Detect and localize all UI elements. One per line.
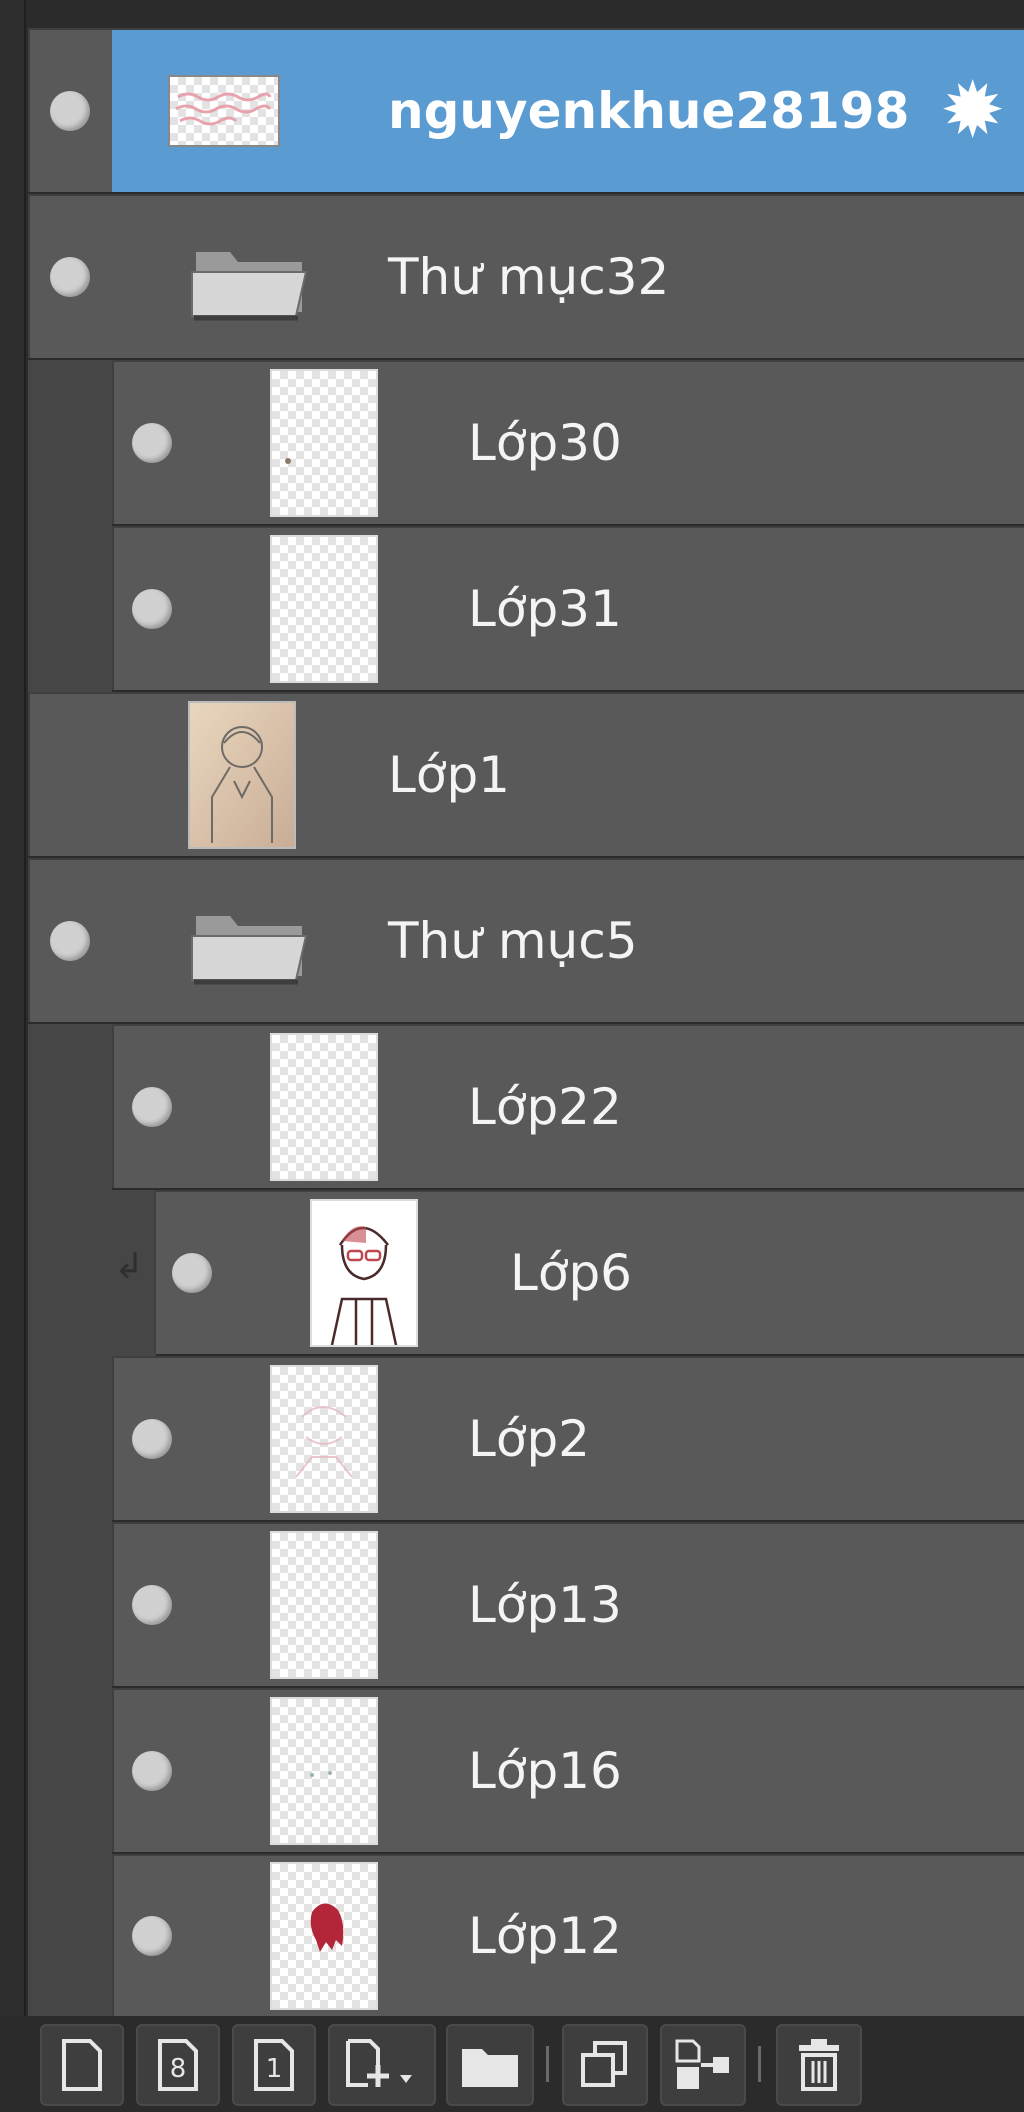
gear-icon[interactable]: ✹ xyxy=(940,72,1005,150)
duplicate-layer-button[interactable] xyxy=(562,2024,648,2106)
new-8bit-layer-icon: 8 xyxy=(158,2039,198,2091)
visibility-eye-icon[interactable] xyxy=(172,1253,212,1293)
folder-name: Thư mục32 xyxy=(388,248,670,306)
group-indent-column xyxy=(28,1024,112,2020)
layer-row-lop12[interactable]: Lớp12 xyxy=(112,1854,1024,2016)
layer-name: Lớp13 xyxy=(468,1576,622,1634)
new-folder-button[interactable] xyxy=(446,2024,534,2106)
layer-name: Lớp2 xyxy=(468,1410,590,1468)
clipping-arrow-icon: ↲ xyxy=(114,1246,145,1287)
folder-name: Thư mục5 xyxy=(388,912,638,970)
layer-row-lop2[interactable]: Lớp2 xyxy=(112,1356,1024,1520)
layer-name: Lớp16 xyxy=(468,1742,622,1800)
layer-row-lop13[interactable]: Lớp13 xyxy=(112,1522,1024,1686)
layer-thumbnail xyxy=(270,1365,378,1513)
layer-row-lop22[interactable]: Lớp22 xyxy=(112,1024,1024,1188)
toolbar-separator xyxy=(546,2046,549,2082)
add-layer-dropdown-button[interactable] xyxy=(328,2024,436,2106)
panel-left-edge xyxy=(0,0,26,2112)
new-1bit-layer-icon: 1 xyxy=(254,2039,294,2091)
new-1bit-layer-button[interactable]: 1 xyxy=(232,2024,316,2106)
merge-down-button[interactable] xyxy=(660,2024,746,2106)
layer-thumbnail xyxy=(310,1199,418,1347)
new-layer-button[interactable] xyxy=(40,2024,124,2106)
layer-name: Lớp22 xyxy=(468,1078,622,1136)
delete-layer-icon xyxy=(799,2039,839,2091)
layer-row-nguyenkhue28198[interactable]: nguyenkhue28198 ✹ xyxy=(28,28,1024,192)
visibility-eye-icon[interactable] xyxy=(50,921,90,961)
visibility-eye-icon[interactable] xyxy=(50,91,90,131)
layer-name: Lớp12 xyxy=(468,1907,622,1965)
visibility-eye-icon[interactable] xyxy=(132,1916,172,1956)
svg-text:1: 1 xyxy=(266,2054,283,2084)
visibility-eye-icon[interactable] xyxy=(132,1751,172,1791)
layer-thumbnail xyxy=(188,701,296,849)
clipping-indent: ↲ xyxy=(112,1190,156,1356)
visibility-eye-icon[interactable] xyxy=(132,589,172,629)
merge-down-icon xyxy=(675,2039,729,2089)
layer-name: nguyenkhue28198 xyxy=(388,82,910,140)
visibility-eye-icon[interactable] xyxy=(132,1585,172,1625)
add-layer-dropdown-icon xyxy=(346,2039,412,2087)
layer-thumbnail xyxy=(270,1531,378,1679)
folder-icon[interactable] xyxy=(190,232,310,322)
panel-top-strip xyxy=(0,0,1024,28)
visibility-eye-icon[interactable] xyxy=(132,423,172,463)
layer-list: nguyenkhue28198 ✹ Thư mục32 Lớp30 Lớp31 xyxy=(28,28,1024,2020)
visibility-eye-icon[interactable] xyxy=(132,1419,172,1459)
layer-row-lop31[interactable]: Lớp31 xyxy=(112,526,1024,690)
layer-name: Lớp31 xyxy=(468,580,622,638)
new-folder-icon xyxy=(462,2049,518,2087)
duplicate-layer-icon xyxy=(581,2041,627,2087)
toolbar-separator xyxy=(758,2046,761,2082)
layer-thumbnail xyxy=(270,1862,378,2010)
layer-thumbnail xyxy=(168,75,280,147)
layer-row-lop30[interactable]: Lớp30 xyxy=(112,360,1024,524)
layer-name: Lớp6 xyxy=(510,1244,632,1302)
group-indent-column xyxy=(28,360,112,694)
layer-thumbnail xyxy=(270,535,378,683)
folder-row-thu-muc5[interactable]: Thư mục5 xyxy=(28,858,1024,1022)
svg-text:8: 8 xyxy=(170,2054,187,2084)
layer-row-lop6[interactable]: Lớp6 xyxy=(154,1190,1024,1354)
new-layer-icon xyxy=(62,2039,102,2091)
layer-thumbnail xyxy=(270,1033,378,1181)
layer-row-lop1[interactable]: Lớp1 xyxy=(28,692,1024,856)
layer-thumbnail xyxy=(270,1697,378,1845)
folder-icon[interactable] xyxy=(190,896,310,986)
layer-name: Lớp30 xyxy=(468,414,622,472)
visibility-eye-icon[interactable] xyxy=(132,1087,172,1127)
layer-name: Lớp1 xyxy=(388,746,510,804)
layer-row-lop16[interactable]: Lớp16 xyxy=(112,1688,1024,1852)
folder-row-thu-muc32[interactable]: Thư mục32 xyxy=(28,194,1024,358)
layer-toolbar: 8 1 xyxy=(0,2016,1024,2112)
layer-thumbnail xyxy=(270,369,378,517)
visibility-eye-icon[interactable] xyxy=(50,257,90,297)
delete-layer-button[interactable] xyxy=(776,2024,862,2106)
new-8bit-layer-button[interactable]: 8 xyxy=(136,2024,220,2106)
